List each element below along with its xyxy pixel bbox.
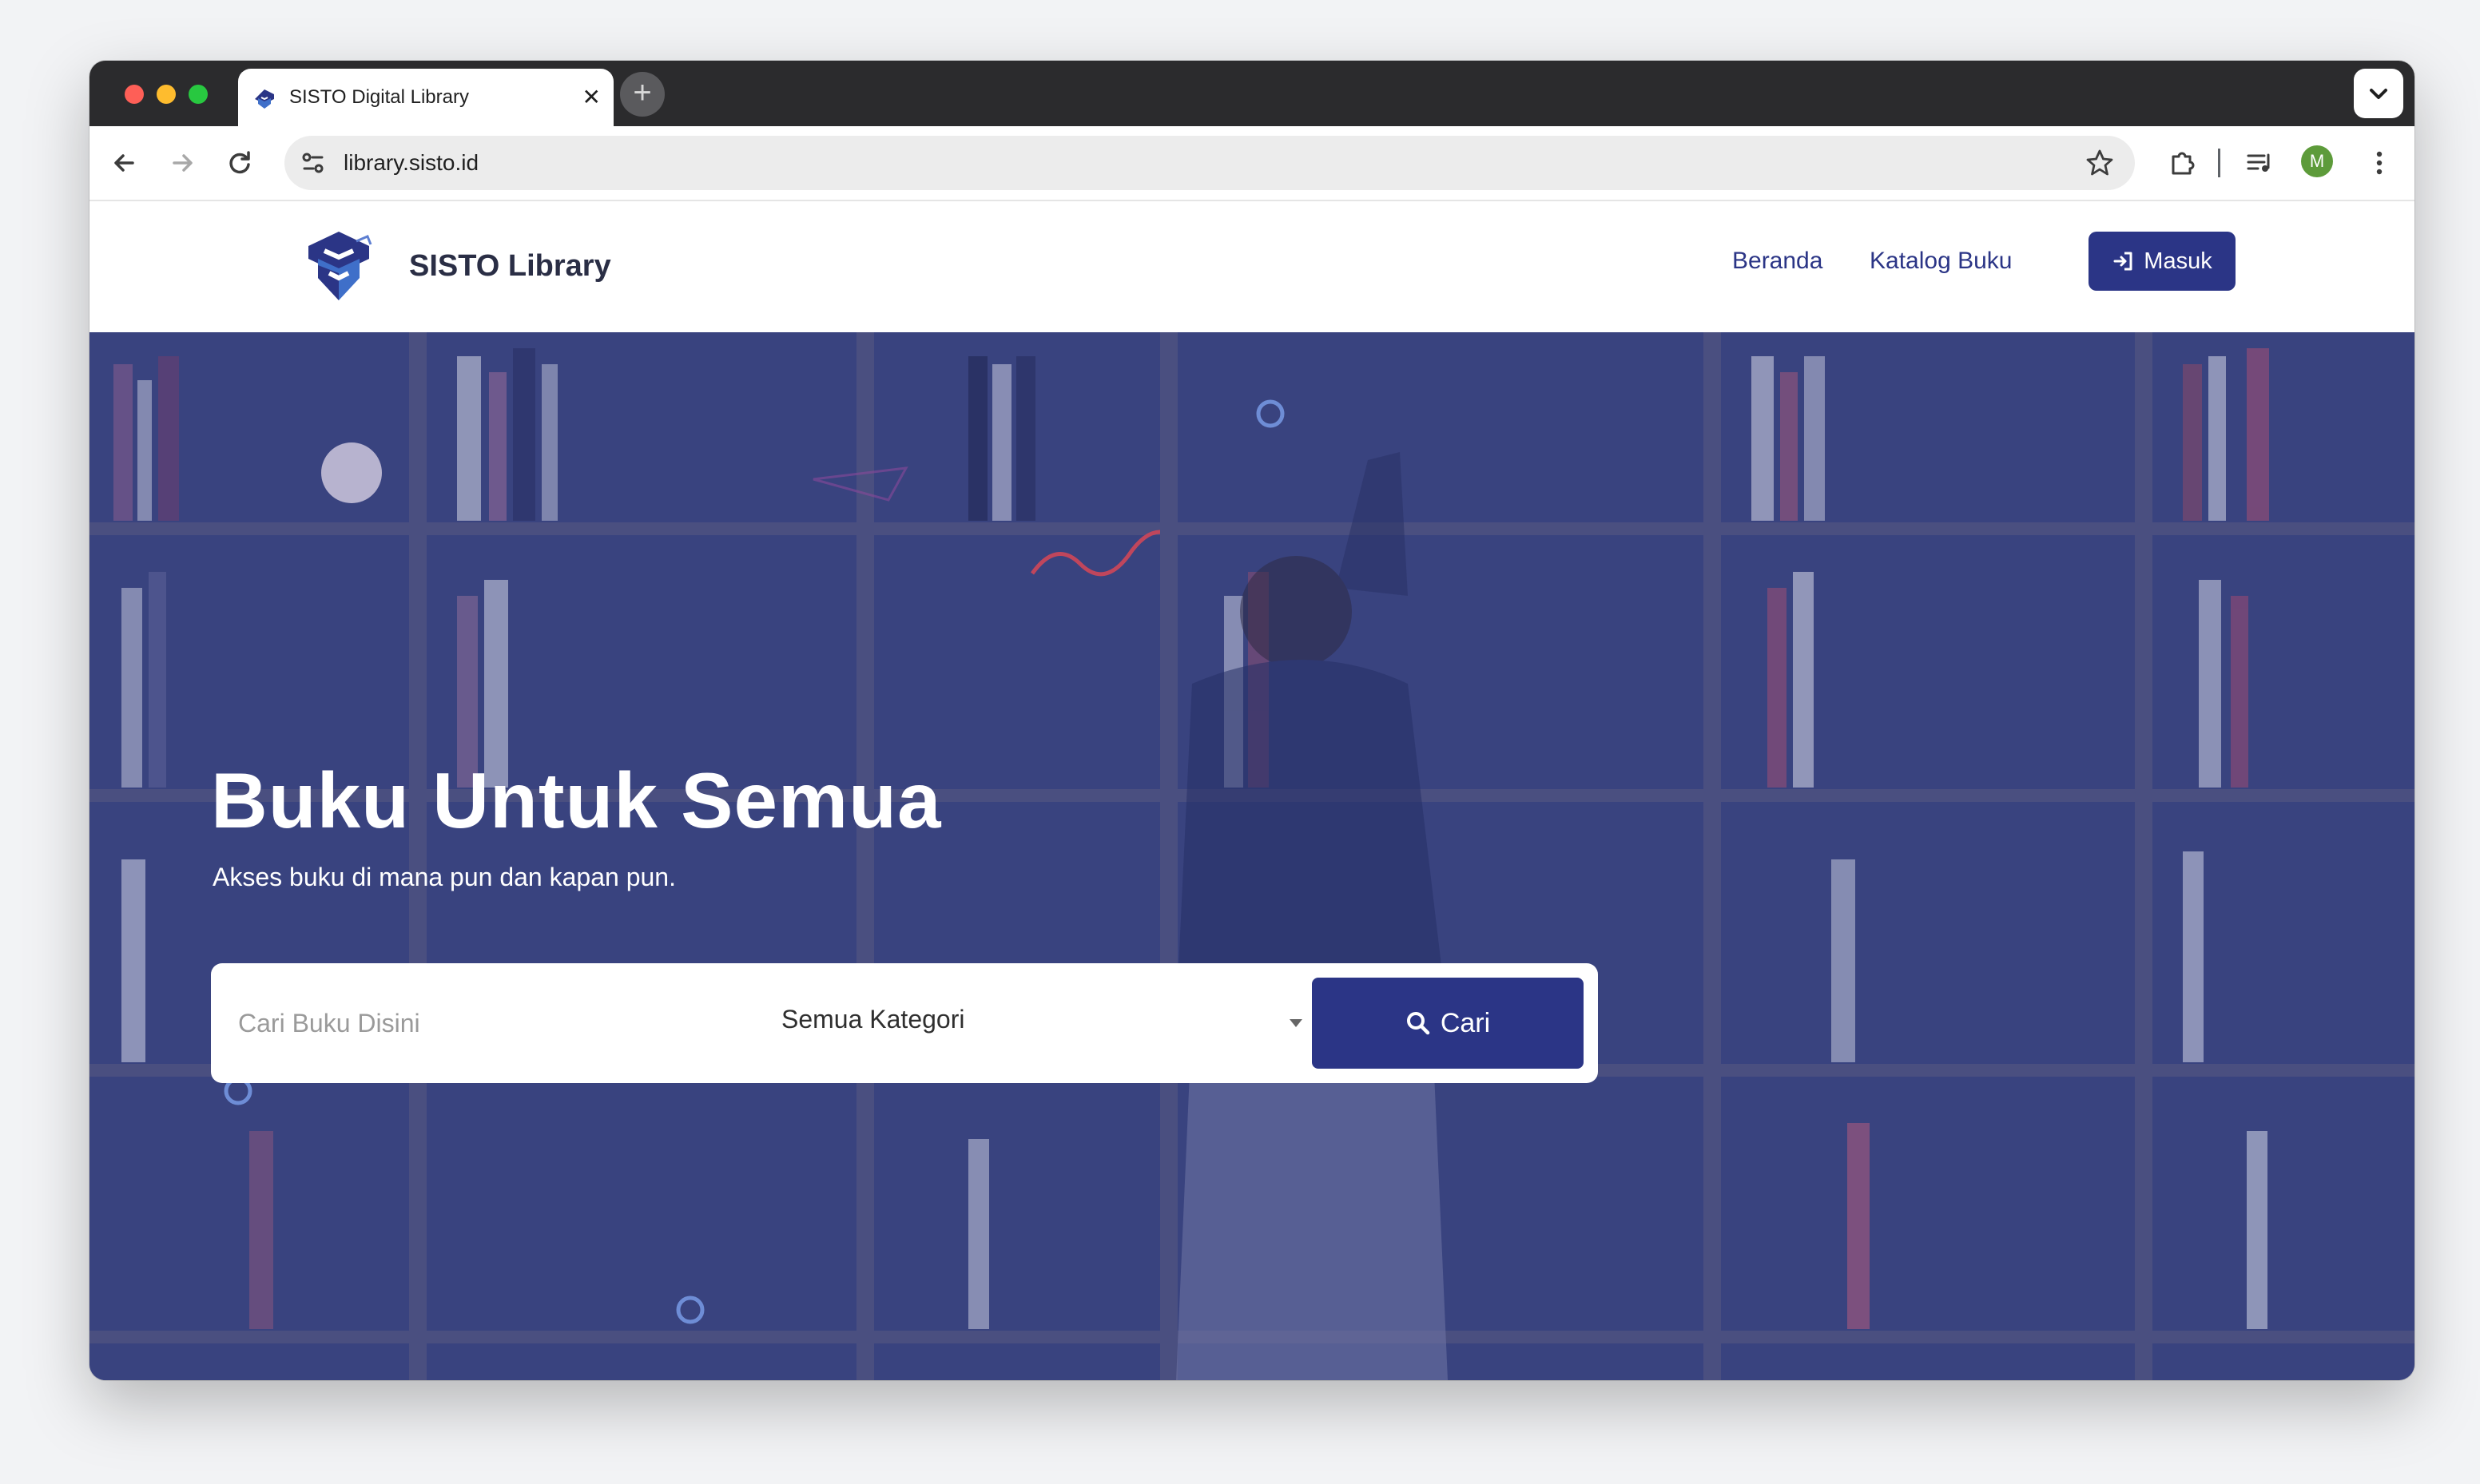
url-text: library.sisto.id — [344, 150, 479, 175]
login-button[interactable]: Masuk — [2089, 232, 2236, 291]
brand-name[interactable]: SISTO Library — [409, 249, 611, 284]
caret-down-icon — [1290, 1019, 1302, 1027]
search-button-label: Cari — [1440, 1007, 1491, 1038]
bookshelf-background-image — [89, 332, 2414, 1380]
site-navbar: SISTO Library Beranda Katalog Buku Masuk — [89, 201, 2414, 332]
chevron-down-icon — [2370, 89, 2387, 99]
search-icon — [1406, 1012, 1430, 1035]
more-menu-icon[interactable] — [2362, 145, 2397, 181]
book-search-input[interactable] — [211, 963, 738, 1083]
sign-in-icon — [2113, 252, 2132, 271]
browser-window: SISTO Digital Library ✕ + library.sisto.… — [89, 61, 2414, 1380]
search-button[interactable]: Cari — [1312, 978, 1584, 1069]
forward-arrow-icon[interactable] — [165, 145, 200, 181]
tab-close-icon[interactable]: ✕ — [582, 83, 601, 112]
login-label: Masuk — [2144, 248, 2212, 274]
browser-tab[interactable]: SISTO Digital Library ✕ — [238, 69, 614, 126]
nav-link-beranda[interactable]: Beranda — [1732, 248, 1822, 275]
tab-title: SISTO Digital Library — [289, 86, 469, 108]
browser-toolbar: library.sisto.id M — [89, 126, 2414, 201]
category-select[interactable]: Semua Kategori — [754, 963, 1306, 1083]
new-tab-button[interactable]: + — [620, 72, 665, 117]
site-settings-icon[interactable] — [297, 147, 329, 179]
category-selected-value: Semua Kategori — [781, 1005, 965, 1034]
address-bar[interactable]: library.sisto.id — [284, 136, 2135, 190]
hero-title: Buku Untuk Semua — [211, 756, 942, 844]
nav-link-katalog-buku[interactable]: Katalog Buku — [1870, 248, 2012, 275]
media-queue-icon[interactable] — [2242, 145, 2277, 181]
sisto-logo-icon[interactable] — [300, 228, 377, 305]
maximize-window-button[interactable] — [189, 85, 208, 104]
bookmark-star-icon[interactable] — [2084, 147, 2116, 179]
hero-subtitle: Akses buku di mana pun dan kapan pun. — [213, 863, 676, 891]
profile-avatar[interactable]: M — [2301, 145, 2333, 177]
close-window-button[interactable] — [125, 85, 144, 104]
hero-section: Buku Untuk Semua Akses buku di mana pun … — [89, 332, 2414, 1380]
tab-strip: SISTO Digital Library ✕ + — [89, 61, 2414, 126]
tab-search-button[interactable] — [2354, 69, 2403, 118]
sisto-favicon-icon — [255, 89, 274, 109]
extensions-puzzle-icon[interactable] — [2165, 145, 2200, 181]
search-panel: Semua Kategori Cari — [211, 963, 1598, 1083]
reload-icon[interactable] — [222, 145, 257, 181]
minimize-window-button[interactable] — [157, 85, 176, 104]
back-arrow-icon[interactable] — [107, 145, 142, 181]
toolbar-divider — [2218, 149, 2220, 177]
